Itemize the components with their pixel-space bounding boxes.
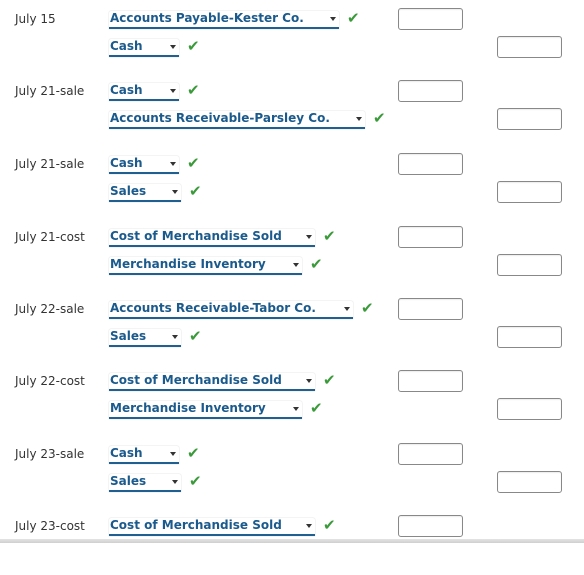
debit-row: Cost of Merchandise Sold ✔ — [0, 515, 584, 539]
credit-amount-input[interactable] — [497, 398, 562, 420]
selected-account: Cash — [110, 39, 143, 53]
selected-account: Merchandise Inventory — [110, 257, 266, 271]
check-icon: ✔ — [323, 371, 336, 389]
selected-account: Merchandise Inventory — [110, 401, 266, 415]
selected-account: Sales — [110, 474, 147, 488]
debit-row: Cash ✔ — [0, 153, 584, 177]
journal-entry: July 23-cost Cost of Merchandise Sold ✔ — [0, 515, 584, 575]
debit-amount-input[interactable] — [398, 298, 463, 320]
debit-account-select[interactable]: Accounts Payable-Kester Co. — [109, 11, 339, 29]
check-icon: ✔ — [187, 154, 200, 172]
selected-account: Sales — [110, 184, 147, 198]
credit-row: Sales ✔ — [0, 326, 584, 350]
check-icon: ✔ — [187, 81, 200, 99]
chevron-down-icon — [170, 89, 176, 93]
chevron-down-icon — [344, 307, 350, 311]
check-icon: ✔ — [187, 37, 200, 55]
debit-row: Cash ✔ — [0, 80, 584, 104]
journal-entry: July 21-sale Cash ✔ Accounts Receivable-Par… — [0, 80, 584, 140]
credit-row: Merchandise Inventory ✔ — [0, 398, 584, 422]
credit-row: Sales ✔ — [0, 471, 584, 495]
journal-entry: July 22-sale Accounts Receivable-Tabor Co… — [0, 298, 584, 358]
debit-account-select[interactable]: Cost of Merchandise Sold — [109, 518, 315, 536]
credit-account-select[interactable]: Accounts Receivable-Parsley Co. — [109, 111, 365, 129]
debit-row: Cost of Merchandise Sold ✔ — [0, 370, 584, 394]
debit-amount-input[interactable] — [398, 226, 463, 248]
chevron-down-icon — [306, 524, 312, 528]
credit-amount-input[interactable] — [497, 181, 562, 203]
credit-account-select[interactable]: Merchandise Inventory — [109, 401, 302, 419]
credit-row: Cash ✔ — [0, 36, 584, 60]
check-icon: ✔ — [189, 182, 202, 200]
check-icon: ✔ — [373, 109, 386, 127]
debit-amount-input[interactable] — [398, 153, 463, 175]
credit-account-select[interactable]: Sales — [109, 184, 181, 202]
check-icon: ✔ — [189, 327, 202, 345]
check-icon: ✔ — [323, 516, 336, 534]
chevron-down-icon — [172, 480, 178, 484]
chevron-down-icon — [172, 335, 178, 339]
chevron-down-icon — [170, 162, 176, 166]
selected-account: Accounts Receivable-Tabor Co. — [110, 301, 316, 315]
chevron-down-icon — [172, 190, 178, 194]
debit-account-select[interactable]: Cost of Merchandise Sold — [109, 229, 315, 247]
chevron-down-icon — [306, 235, 312, 239]
credit-amount-input[interactable] — [497, 36, 562, 58]
debit-account-select[interactable]: Cash — [109, 446, 179, 464]
bottom-scroll-edge — [0, 539, 584, 543]
selected-account: Sales — [110, 329, 147, 343]
chevron-down-icon — [293, 263, 299, 267]
credit-account-select[interactable]: Sales — [109, 329, 181, 347]
check-icon: ✔ — [187, 444, 200, 462]
journal-entry: July 21-cost Cost of Merchandise Sold ✔ Mer… — [0, 226, 584, 286]
credit-amount-input[interactable] — [497, 471, 562, 493]
selected-account: Cost of Merchandise Sold — [110, 518, 282, 532]
credit-account-select[interactable]: Cash — [109, 39, 179, 57]
debit-account-select[interactable]: Accounts Receivable-Tabor Co. — [109, 301, 353, 319]
credit-row: Accounts Receivable-Parsley Co. ✔ — [0, 108, 584, 132]
check-icon: ✔ — [310, 399, 323, 417]
check-icon: ✔ — [361, 299, 374, 317]
journal-entry: July 22-cost Cost of Merchandise Sold ✔ Mer… — [0, 370, 584, 430]
check-icon: ✔ — [189, 472, 202, 490]
chevron-down-icon — [170, 45, 176, 49]
debit-row: Cash ✔ — [0, 443, 584, 467]
chevron-down-icon — [330, 17, 336, 21]
credit-amount-input[interactable] — [497, 108, 562, 130]
credit-amount-input[interactable] — [497, 326, 562, 348]
selected-account: Cost of Merchandise Sold — [110, 373, 282, 387]
check-icon: ✔ — [347, 9, 360, 27]
debit-amount-input[interactable] — [398, 8, 463, 30]
debit-amount-input[interactable] — [398, 443, 463, 465]
chevron-down-icon — [293, 407, 299, 411]
debit-account-select[interactable]: Cost of Merchandise Sold — [109, 373, 315, 391]
journal-entry: July 23-sale Cash ✔ Sales ✔ — [0, 443, 584, 503]
debit-amount-input[interactable] — [398, 515, 463, 537]
debit-row: Accounts Receivable-Tabor Co. ✔ — [0, 298, 584, 322]
credit-row: Merchandise Inventory ✔ — [0, 254, 584, 278]
debit-account-select[interactable]: Cash — [109, 83, 179, 101]
journal-entry: July 21-sale Cash ✔ Sales ✔ — [0, 153, 584, 213]
chevron-down-icon — [170, 452, 176, 456]
selected-account: Cash — [110, 83, 143, 97]
chevron-down-icon — [356, 117, 362, 121]
credit-row: Sales ✔ — [0, 181, 584, 205]
selected-account: Accounts Receivable-Parsley Co. — [110, 111, 330, 125]
check-icon: ✔ — [310, 255, 323, 273]
selected-account: Accounts Payable-Kester Co. — [110, 11, 304, 25]
debit-amount-input[interactable] — [398, 80, 463, 102]
credit-account-select[interactable]: Sales — [109, 474, 181, 492]
check-icon: ✔ — [323, 227, 336, 245]
chevron-down-icon — [306, 379, 312, 383]
debit-amount-input[interactable] — [398, 370, 463, 392]
journal-entry: July 15 Accounts Payable-Kester Co. ✔ Cash ✔ — [0, 8, 584, 68]
debit-row: Accounts Payable-Kester Co. ✔ — [0, 8, 584, 32]
debit-row: Cost of Merchandise Sold ✔ — [0, 226, 584, 250]
selected-account: Cost of Merchandise Sold — [110, 229, 282, 243]
credit-amount-input[interactable] — [497, 254, 562, 276]
debit-account-select[interactable]: Cash — [109, 156, 179, 174]
selected-account: Cash — [110, 156, 143, 170]
credit-account-select[interactable]: Merchandise Inventory — [109, 257, 302, 275]
selected-account: Cash — [110, 446, 143, 460]
